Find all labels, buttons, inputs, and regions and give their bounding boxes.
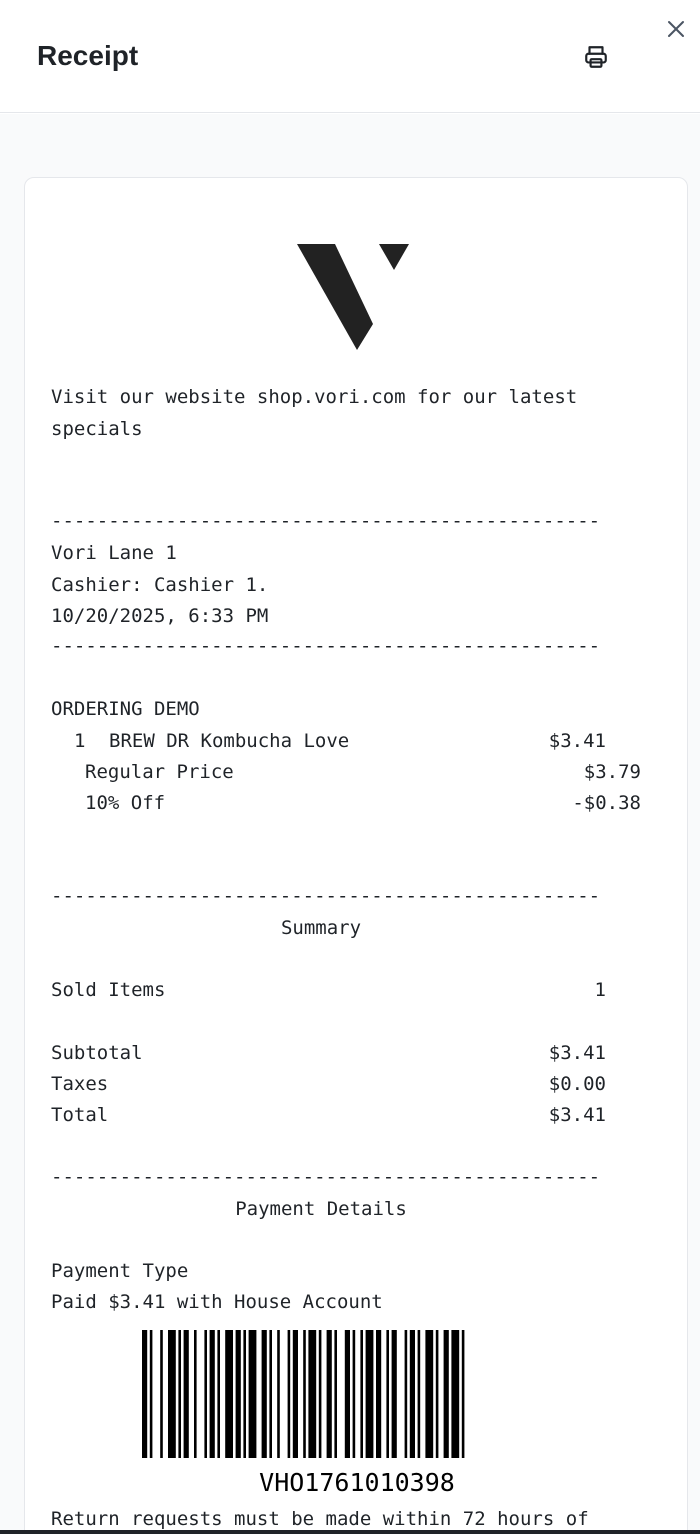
barcode-bar [409, 1330, 415, 1458]
printer-icon [585, 46, 607, 68]
barcode-bar [318, 1330, 322, 1458]
barcode-bar [178, 1330, 181, 1458]
barcode-bar [287, 1330, 291, 1458]
payment-type-label: Payment Type [51, 1260, 189, 1282]
barcode-bar [277, 1330, 280, 1458]
taxes-value: $0.00 [548, 1073, 606, 1095]
barcode-bar [435, 1330, 439, 1458]
barcode-bar [160, 1330, 163, 1458]
barcode-bar [269, 1330, 272, 1458]
divider: ----------------------------------------… [51, 635, 601, 657]
barcode-bar [168, 1330, 176, 1458]
barcode-bar [334, 1330, 337, 1458]
barcode-number: VHO1761010398 [259, 1468, 455, 1497]
barcode-bar [443, 1330, 449, 1458]
transaction-datetime: 10/20/2025, 6:33 PM [51, 605, 269, 627]
regular-price-value: $3.79 [583, 761, 641, 783]
payment-heading: Payment Details [235, 1198, 407, 1220]
barcode-bar [365, 1330, 374, 1458]
barcode-bar [183, 1330, 189, 1458]
barcode-bar [451, 1330, 460, 1458]
summary-heading: Summary [280, 917, 362, 939]
divider: ----------------------------------------… [51, 1166, 601, 1188]
divider: ----------------------------------------… [51, 510, 601, 532]
barcode-bar [209, 1330, 215, 1458]
barcode-bar [417, 1330, 421, 1458]
total-value: $3.41 [548, 1104, 606, 1126]
barcode-bar [352, 1330, 356, 1458]
barcode-bar [292, 1330, 298, 1458]
barcode-bar [248, 1330, 257, 1458]
payment-type-value: Paid $3.41 with House Account [51, 1291, 383, 1313]
barcode-bar [461, 1330, 465, 1458]
print-button[interactable] [579, 40, 613, 74]
barcode-bar [261, 1330, 267, 1458]
barcode-bar [376, 1330, 382, 1458]
sold-items-value: 1 [594, 979, 606, 1001]
cashier-name: Cashier: Cashier 1. [51, 574, 269, 596]
store-name: Vori Lane 1 [51, 542, 177, 564]
barcode-bar [204, 1330, 207, 1458]
close-button[interactable] [661, 14, 691, 44]
total-label: Total [51, 1104, 109, 1126]
barcode-bar [217, 1330, 220, 1458]
modal-title: Receipt [37, 40, 139, 71]
item-name: BREW DR Kombucha Love [109, 730, 350, 752]
barcode-bar [142, 1330, 148, 1458]
order-name: ORDERING DEMO [51, 698, 200, 720]
regular-price-label: Regular Price [85, 761, 234, 783]
barcode-icon [142, 1330, 465, 1458]
receipt-card: Visit our website shop.vori.com for our … [24, 177, 688, 1534]
scroll-edge [0, 1530, 700, 1534]
taxes-label: Taxes [51, 1073, 109, 1095]
discount-label: 10% Off [85, 792, 166, 814]
barcode-bar [235, 1330, 241, 1458]
barcode-bar [243, 1330, 246, 1458]
item-price: $3.41 [548, 730, 606, 752]
barcode-bar [225, 1330, 233, 1458]
subtotal-label: Subtotal [51, 1042, 143, 1064]
receipt-scroll-area[interactable]: Visit our website shop.vori.com for our … [0, 114, 700, 1534]
barcode-bar [344, 1330, 350, 1458]
barcode-bar [404, 1330, 408, 1458]
promo-text-line1: Visit our website shop.vori.com for our … [51, 386, 578, 408]
barcode-bar [149, 1330, 153, 1458]
barcode-bar [360, 1330, 363, 1458]
vori-logo [297, 244, 409, 350]
divider: ----------------------------------------… [51, 885, 601, 907]
close-icon [668, 21, 684, 37]
modal-header: Receipt [0, 0, 700, 113]
barcode-bar [425, 1330, 434, 1458]
discount-value: -$0.38 [572, 792, 641, 814]
return-policy-text: Return requests must be made within 72 h… [51, 1508, 589, 1530]
barcode-bar [308, 1330, 317, 1458]
barcode-bar [303, 1330, 306, 1458]
subtotal-value: $3.41 [548, 1042, 606, 1064]
sold-items-label: Sold Items [51, 979, 166, 1001]
item-quantity: 1 [74, 730, 86, 752]
promo-text-line2: specials [51, 418, 143, 440]
barcode-bar [194, 1330, 197, 1458]
barcode-bar [391, 1330, 397, 1458]
barcode-bar [326, 1330, 332, 1458]
barcode-bar [386, 1330, 389, 1458]
